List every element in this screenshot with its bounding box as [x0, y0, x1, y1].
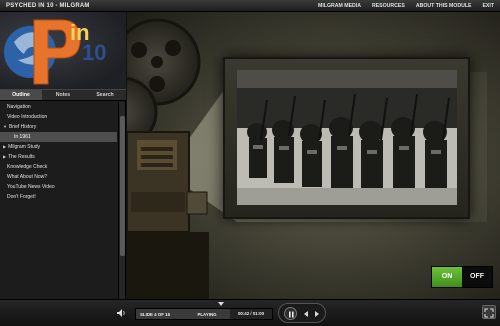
outline-item-label: Milgram Study: [8, 144, 41, 150]
outline-item-dont-forget[interactable]: Don't Forget!: [0, 192, 117, 202]
expand-open-icon[interactable]: ▼: [3, 124, 7, 129]
outline-item-milgram-study[interactable]: ▶ Milgram Study: [0, 142, 117, 152]
outline-item-label: Navigation: [7, 104, 31, 110]
playback-status: PLAYING: [197, 311, 217, 317]
outline-item-youtube-news-video[interactable]: YouTube News Video: [0, 182, 117, 192]
outline-item-knowledge-check[interactable]: Knowledge Check: [0, 162, 117, 172]
outline-item-label: YouTube News Video: [7, 184, 55, 190]
outline-item-brief-history[interactable]: ▼ Brief History: [0, 122, 117, 132]
video-frame[interactable]: [237, 70, 457, 205]
pause-icon: [289, 311, 294, 318]
projection-screen: [223, 57, 470, 219]
expand-closed-icon[interactable]: ▶: [3, 154, 6, 159]
playback-buttons: [278, 303, 326, 323]
scrollbar-thumb[interactable]: [120, 116, 125, 256]
elapsed-time: 00:42 / 01:00: [230, 309, 272, 319]
slide-counter: SLIDE 4 OF 16: [140, 311, 171, 317]
pause-button[interactable]: [284, 307, 297, 320]
outline-item-label: The Results: [8, 154, 35, 160]
menu-milgram-media[interactable]: MILGRAM MEDIA: [318, 3, 361, 9]
outline-item-the-results[interactable]: ▶ The Results: [0, 152, 117, 162]
menu-about-this-module[interactable]: ABOUT THIS MODULE: [416, 3, 472, 9]
outline-item-what-about-now[interactable]: What About Now?: [0, 172, 117, 182]
slide-stage: ON OFF: [127, 12, 500, 299]
marching-soldiers-image: [237, 70, 457, 205]
volume-icon[interactable]: [116, 308, 126, 318]
tab-search[interactable]: Search: [84, 90, 126, 100]
previous-slide-icon[interactable]: [301, 309, 311, 319]
title-bar: PSYCHED IN 10 - MILGRAM MILGRAM MEDIA RE…: [0, 0, 500, 12]
psyched-in-10-logo: in 10: [0, 12, 126, 90]
player-controls: SLIDE 4 OF 16 PLAYING 00:42 / 01:00: [0, 299, 500, 326]
playhead-marker[interactable]: [218, 302, 224, 306]
tab-notes[interactable]: Notes: [42, 90, 84, 100]
outline-item-video-introduction[interactable]: Video Introduction: [0, 112, 117, 122]
outline-item-label: Brief History: [8, 124, 37, 130]
captions-toggle[interactable]: ON OFF: [431, 266, 493, 288]
outline-item-label: Video Introduction: [7, 114, 48, 120]
next-slide-icon[interactable]: [312, 309, 322, 319]
outline-item-label: Knowledge Check: [7, 164, 48, 170]
sidebar: in 10 Outline Notes Search Navigation Vi…: [0, 12, 126, 299]
outline-item-in-1961[interactable]: In 1961: [0, 132, 117, 142]
fullscreen-button[interactable]: [482, 305, 496, 319]
outline-list: Navigation Video Introduction ▼ Brief His…: [0, 102, 117, 299]
outline-item-label: What About Now?: [7, 174, 48, 180]
outline-item-label: Don't Forget!: [7, 194, 36, 200]
menu-resources[interactable]: RESOURCES: [372, 3, 405, 9]
outline-item-label: In 1961: [14, 134, 31, 140]
toggle-on-button[interactable]: ON: [432, 267, 462, 287]
fullscreen-icon: [484, 308, 494, 318]
tab-outline[interactable]: Outline: [0, 90, 42, 100]
outline-scrollbar[interactable]: [118, 102, 125, 299]
app-title: PSYCHED IN 10 - MILGRAM: [6, 2, 90, 9]
expand-closed-icon[interactable]: ▶: [3, 144, 6, 149]
seek-bar[interactable]: SLIDE 4 OF 16 PLAYING 00:42 / 01:00: [135, 308, 273, 320]
menu-exit[interactable]: EXIT: [482, 3, 494, 9]
outline-item-navigation[interactable]: Navigation: [0, 102, 117, 112]
logo-10-text: 10: [82, 40, 107, 65]
top-menu: MILGRAM MEDIA RESOURCES ABOUT THIS MODUL…: [318, 3, 494, 9]
toggle-off-button[interactable]: OFF: [462, 267, 492, 287]
sidebar-tabs: Outline Notes Search: [0, 89, 126, 101]
